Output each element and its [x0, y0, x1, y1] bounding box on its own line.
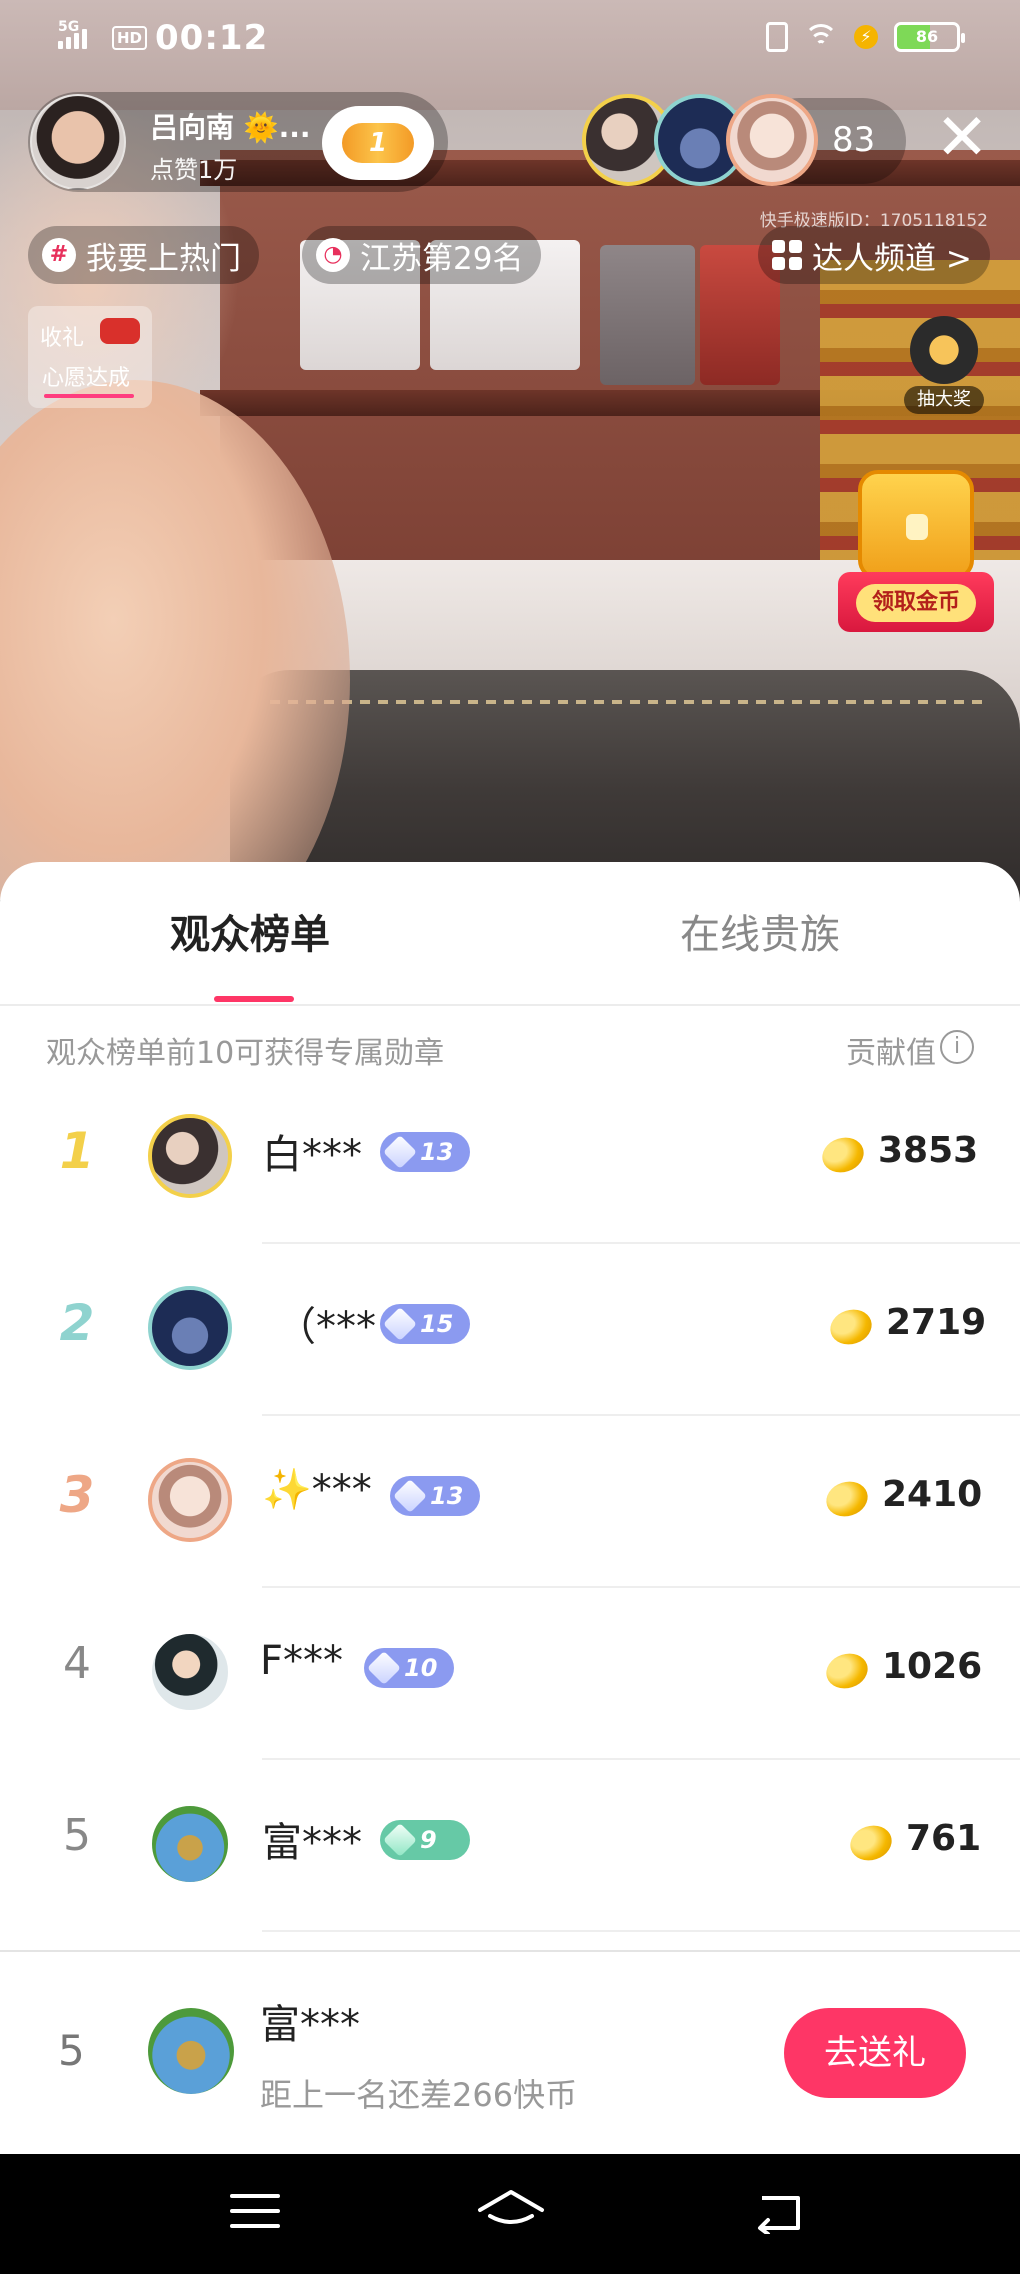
viewer-nickname: F*** — [260, 1638, 344, 1684]
list-item[interactable]: 4 F*** 10 1026 — [0, 1588, 1020, 1760]
anchor-name: 吕向南 🌞... — [150, 111, 311, 144]
wish-card[interactable]: 收礼 心愿达成 — [28, 306, 152, 408]
rank-number: 3 — [59, 1466, 95, 1524]
clock: 00:12 — [155, 18, 269, 58]
grid-icon — [772, 240, 802, 270]
ranking-hint: 观众榜单前10可获得专属勋章 — [46, 1036, 445, 1071]
hot-chip[interactable]: # 我要上热门 — [28, 226, 259, 284]
treasure-chest-icon — [858, 470, 974, 580]
rank-chip[interactable]: ◔ 江苏第29名 — [302, 226, 542, 284]
status-bar: 5G HD 00:12 ⚡ 86 — [0, 0, 1020, 80]
top-viewers[interactable] — [582, 94, 822, 190]
viewer-nickname: 富*** — [262, 1820, 362, 1866]
coin-icon — [825, 1304, 877, 1350]
wish-progress — [44, 394, 134, 398]
list-item[interactable]: 2 （*** 15 2719 — [0, 1244, 1020, 1416]
avatar[interactable] — [148, 1802, 232, 1886]
level-badge: 13 — [390, 1476, 480, 1516]
vibrate-icon — [766, 22, 788, 52]
contribution-score: 2719 — [886, 1302, 987, 1343]
battery-icon: 86 — [894, 22, 965, 52]
lottery-cat-icon — [910, 316, 978, 384]
level-badge: 13 — [380, 1132, 470, 1172]
coin-chest-label: 领取金币 — [856, 584, 976, 622]
diamond-icon — [383, 1135, 417, 1169]
channel-chip[interactable]: 达人频道 > — [758, 226, 990, 284]
contribution-score: 3853 — [878, 1130, 979, 1171]
my-avatar[interactable] — [148, 2008, 234, 2094]
rank-number: 1 — [59, 1122, 95, 1180]
contribution-score: 2410 — [882, 1474, 983, 1515]
wish-card-top: 收礼 — [40, 326, 85, 351]
active-tab-indicator — [214, 996, 294, 1002]
list-item[interactable]: 3 ✨*** 13 2410 — [0, 1416, 1020, 1588]
level-badge: 10 — [364, 1648, 454, 1688]
contribution-score: 1026 — [882, 1646, 983, 1687]
rank-chip-label: 江苏第29名 — [360, 240, 524, 277]
hashtag-icon: # — [42, 238, 76, 272]
avatar[interactable] — [148, 1458, 232, 1542]
fan-club-button[interactable]: 1 — [322, 106, 434, 180]
list-item[interactable]: 1 白*** 13 3853 — [0, 1072, 1020, 1244]
my-nickname: 富*** — [260, 2002, 360, 2048]
viewer-nickname: （*** — [276, 1304, 376, 1350]
diamond-icon — [367, 1651, 401, 1685]
avatar[interactable] — [148, 1286, 232, 1370]
home-icon[interactable] — [476, 2188, 546, 2234]
send-gift-button[interactable]: 去送礼 — [784, 2008, 966, 2098]
close-icon[interactable]: ✕ — [930, 106, 994, 172]
wing-badge-icon: 1 — [342, 123, 414, 163]
rank-gap-text: 距上一名还差266快币 — [260, 2076, 578, 2114]
info-icon[interactable]: i — [940, 1030, 974, 1064]
contribution-score: 761 — [906, 1818, 982, 1859]
diamond-icon — [393, 1479, 427, 1513]
clock-icon: ◔ — [316, 238, 350, 272]
level-badge: 9 — [380, 1820, 470, 1860]
anchor-avatar[interactable] — [30, 94, 126, 190]
coin-icon — [821, 1648, 873, 1694]
coin-chest-widget[interactable]: 领取金币 — [838, 460, 994, 640]
channel-chip-label: 达人频道 > — [812, 240, 972, 277]
ranking-sheet: 观众榜单 在线贵族 观众榜单前10可获得专属勋章 贡献值 i 1 白*** 13… — [0, 862, 1020, 2154]
gem-icon — [383, 1823, 417, 1857]
rank-number: 5 — [63, 1810, 91, 1861]
contribution-label: 贡献值 — [846, 1036, 936, 1071]
car-gift-icon — [100, 318, 140, 344]
viewer-nickname: 白*** — [262, 1132, 362, 1178]
tab-audience-ranking[interactable]: 观众榜单 — [170, 902, 330, 960]
my-rank: 5 — [58, 2026, 85, 2075]
lottery-widget[interactable]: 抽大奖 — [904, 316, 984, 416]
rank-number: 4 — [63, 1638, 91, 1689]
anchor-likes: 点赞1万 — [150, 156, 238, 184]
coin-icon — [845, 1820, 897, 1866]
tab-online-nobles[interactable]: 在线贵族 — [680, 902, 840, 960]
viewer-count: 83 — [832, 120, 876, 160]
viewer-nickname: ✨*** — [262, 1467, 372, 1513]
avatar[interactable] — [148, 1114, 232, 1198]
back-icon[interactable] — [754, 2190, 804, 2234]
lottery-label: 抽大奖 — [904, 386, 984, 414]
viewer-avatar[interactable] — [726, 94, 818, 186]
list-item[interactable]: 5 富*** 9 761 — [0, 1760, 1020, 1932]
cell-signal-icon: 5G — [58, 19, 104, 49]
hot-chip-label: 我要上热门 — [86, 240, 241, 277]
wifi-icon — [804, 24, 838, 50]
diamond-icon — [383, 1307, 417, 1341]
hd-icon: HD — [112, 26, 148, 50]
level-badge: 15 — [380, 1304, 470, 1344]
menu-icon[interactable] — [230, 2194, 280, 2239]
rank-number: 2 — [59, 1294, 95, 1352]
wish-card-bottom: 心愿达成 — [42, 366, 131, 391]
navigation-bar — [0, 2154, 1020, 2274]
avatar[interactable] — [148, 1630, 232, 1714]
charging-icon: ⚡ — [854, 25, 878, 49]
coin-icon — [817, 1132, 869, 1178]
coin-icon — [821, 1476, 873, 1522]
